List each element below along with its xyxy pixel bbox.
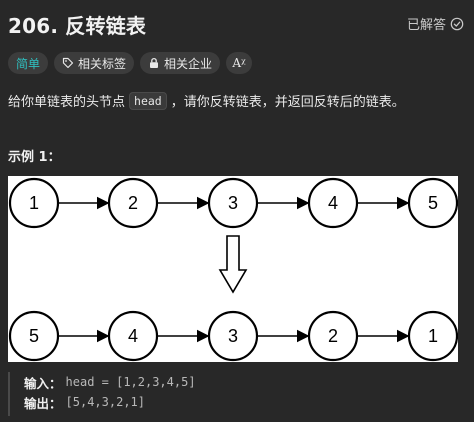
font-size-icon: Aᵡ xyxy=(232,56,246,70)
problem-description: 给你单链表的头节点 head ，请你反转链表，并返回反转后的链表。 xyxy=(8,91,405,110)
solved-label: 已解答 xyxy=(406,18,446,33)
output-list-node-value: 1 xyxy=(428,326,438,346)
tag-icon xyxy=(62,57,74,69)
input-list-node-value: 3 xyxy=(228,193,238,213)
font-size-button[interactable]: Aᵡ xyxy=(226,52,253,74)
example-io: 输入： head = [1,2,3,4,5] 输出： [5,4,3,2,1] xyxy=(8,372,464,416)
related-companies-button[interactable]: 相关企业 xyxy=(140,52,221,74)
linked-list-diagram: 1 2 3 4 5 5 4 3 2 1 xyxy=(8,176,458,362)
output-list-node-value: 5 xyxy=(29,326,39,346)
output-label: 输出： xyxy=(24,395,62,411)
input-value: head = [1,2,3,4,5] xyxy=(65,375,196,389)
description-before: 给你单链表的头节点 xyxy=(8,95,126,110)
down-arrow-icon xyxy=(218,235,248,294)
description-after: ，请你反转链表，并返回反转后的链表。 xyxy=(170,95,405,110)
related-companies-label: 相关企业 xyxy=(164,56,213,71)
output-list-node-value: 4 xyxy=(128,326,138,346)
input-list-node-value: 5 xyxy=(428,193,438,213)
output-list-node-value: 2 xyxy=(328,326,338,346)
difficulty-badge: 简单 xyxy=(8,52,49,74)
related-topics-label: 相关标签 xyxy=(78,56,127,71)
input-list-node-value: 4 xyxy=(328,193,338,213)
solved-status: 已解答 xyxy=(407,14,464,33)
check-circle-icon xyxy=(450,17,464,30)
lock-icon xyxy=(150,57,159,68)
input-list-node-value: 1 xyxy=(29,193,39,213)
related-topics-button[interactable]: 相关标签 xyxy=(54,52,135,74)
problem-title: 206. 反转链表 xyxy=(8,14,147,38)
tag-bar: 简单 相关标签 相关企业 Aᵡ xyxy=(8,52,253,74)
input-line: 输入： head = [1,2,3,4,5] xyxy=(24,372,464,392)
input-label: 输入： xyxy=(24,375,62,391)
description-code: head xyxy=(129,91,167,110)
output-list-node-value: 3 xyxy=(228,326,238,346)
diagram-canvas: 1 2 3 4 5 5 4 3 2 1 xyxy=(8,177,458,362)
output-value: [5,4,3,2,1] xyxy=(65,395,145,409)
input-list-node-value: 2 xyxy=(128,193,138,213)
output-line: 输出： [5,4,3,2,1] xyxy=(24,392,464,412)
example-title: 示例 1： xyxy=(8,150,61,165)
